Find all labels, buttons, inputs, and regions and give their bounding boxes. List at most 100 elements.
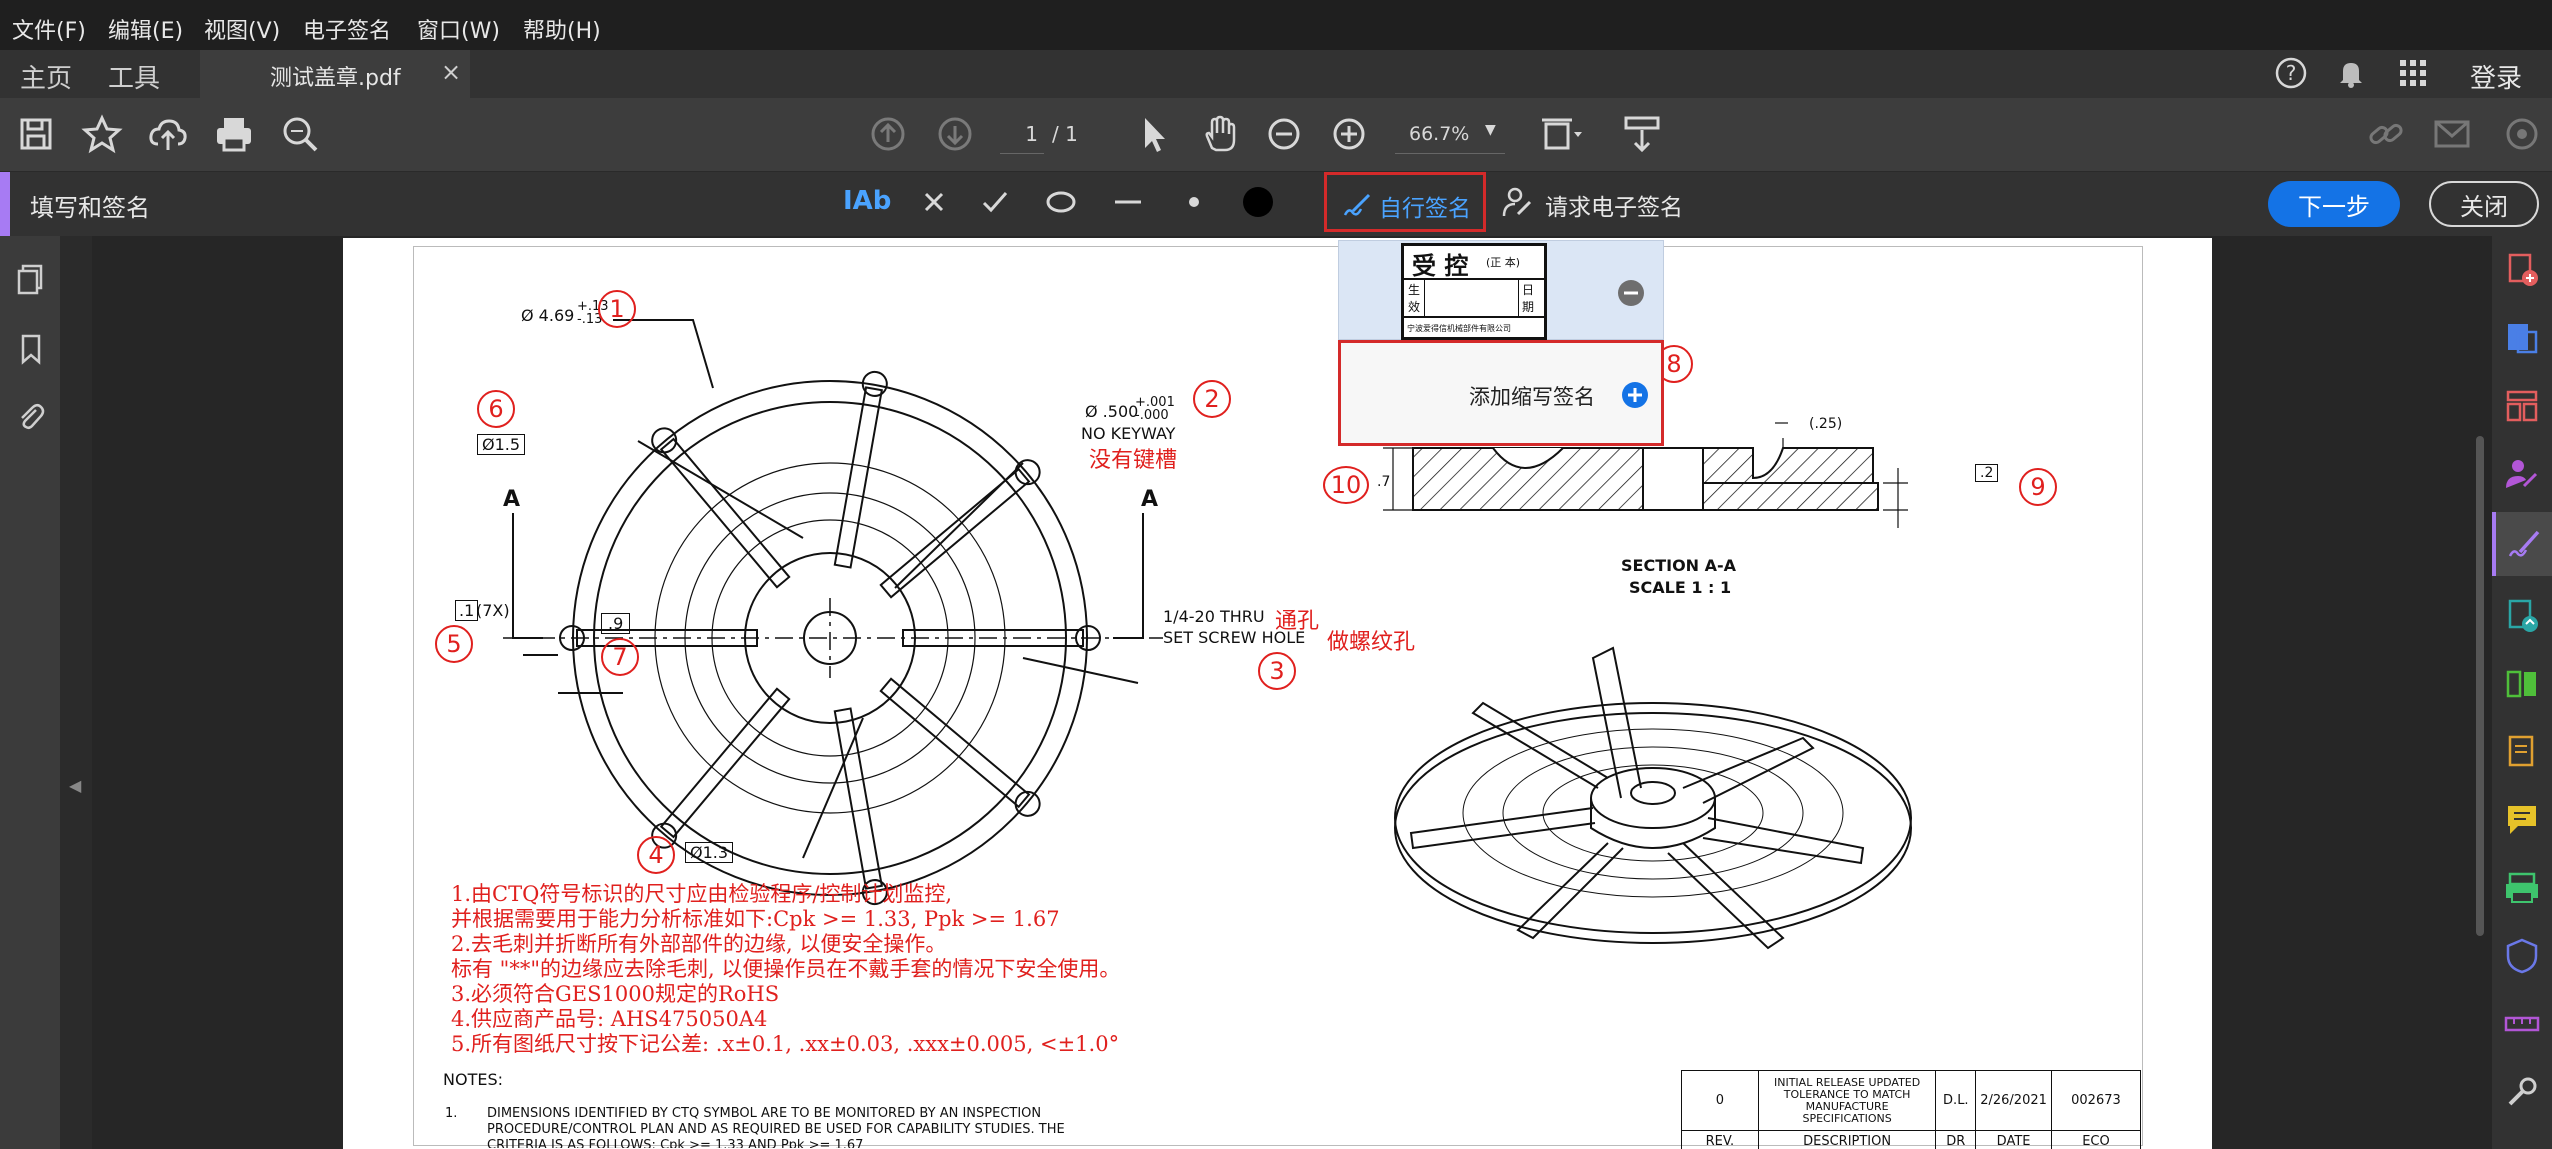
zoom-select[interactable]: 66.7% ▼ — [1395, 116, 1505, 154]
balloon-1: 1 — [598, 290, 636, 328]
attachment-icon[interactable] — [14, 400, 48, 434]
comment-icon[interactable] — [2502, 800, 2542, 840]
dim-dia-469: Ø 4.69 — [521, 306, 575, 325]
checkmark-icon[interactable] — [977, 184, 1013, 220]
dim-025: (.25) — [1809, 416, 1843, 432]
menu-view[interactable]: 视图(V) — [204, 13, 280, 45]
dim-dia-13: Ø1.3 — [685, 842, 734, 863]
apps-grid-icon[interactable] — [2396, 56, 2430, 90]
fill-sign-bar: 填写和签名 IAb 自行签名 请求电子签名 下一步 关闭 — [0, 172, 2552, 236]
no-keyway-label: NO KEYWAY — [1081, 424, 1176, 443]
fill-sign-pen-icon — [2504, 524, 2544, 564]
export-pdf-icon[interactable] — [2502, 318, 2542, 358]
date-header: DATE — [1975, 1130, 2052, 1149]
dim-02: .2 — [1975, 464, 1999, 482]
scrollbar-thumb[interactable] — [2476, 436, 2484, 936]
bookmark-icon[interactable] — [14, 332, 48, 366]
add-initials-plus-icon — [1621, 381, 1649, 409]
hand-tool-icon[interactable] — [1198, 112, 1242, 156]
link-icon[interactable] — [2364, 112, 2408, 156]
page-fit-icon[interactable] — [1538, 112, 1582, 156]
scroll-mode-icon[interactable] — [1620, 112, 1664, 156]
fill-sign-tool-active[interactable] — [2492, 512, 2552, 576]
eco-header: ECO — [2050, 1130, 2141, 1149]
left-panel-toggle[interactable]: ◀ — [60, 236, 92, 1149]
protect-icon[interactable] — [2502, 936, 2542, 976]
right-tools-rail — [2492, 236, 2552, 1149]
zoom-out-icon[interactable] — [1262, 112, 1306, 156]
stamp-footer: 宁波爱得信机械部件有限公司 — [1407, 324, 1511, 333]
compare-files-icon[interactable] — [2502, 664, 2542, 704]
tol-01: .1 — [455, 600, 479, 621]
menu-edit[interactable]: 编辑(E) — [108, 13, 183, 45]
tab-home[interactable]: 主页 — [20, 58, 72, 95]
next-page-icon[interactable] — [933, 112, 977, 156]
dot-icon[interactable] — [1176, 184, 1212, 220]
menu-help[interactable]: 帮助(H) — [523, 13, 601, 45]
line-icon[interactable] — [1110, 184, 1146, 220]
note-en-num: 1. — [445, 1106, 458, 1121]
menu-esign[interactable]: 电子签名 — [303, 13, 391, 45]
dim-dia-15: Ø1.5 — [477, 434, 526, 455]
close-tab-icon[interactable]: × — [441, 58, 461, 86]
prev-page-icon[interactable] — [866, 112, 910, 156]
more-tools-icon[interactable] — [2502, 1072, 2542, 1112]
pen-sign-icon — [1339, 187, 1375, 223]
remove-signature-icon[interactable] — [1617, 279, 1645, 307]
stamp-image: 受 控 (正 本) 生效 日期 宁波爱得信机械部件有限公司 — [1401, 243, 1547, 340]
close-button[interactable]: 关闭 — [2429, 181, 2539, 227]
pdf-page[interactable]: Ø 4.69 +.13 -.13 Ø .500 +.001 -.000 NO K… — [343, 238, 2212, 1149]
organize-pages-icon[interactable] — [2502, 386, 2542, 426]
print-production-icon[interactable] — [2502, 868, 2542, 908]
add-text-tool[interactable]: IAb — [843, 186, 891, 216]
chevron-down-icon: ▼ — [1485, 122, 1496, 138]
stamp-signature-row[interactable]: 受 控 (正 本) 生效 日期 宁波爱得信机械部件有限公司 — [1338, 240, 1664, 340]
balloon-7: 7 — [601, 638, 639, 676]
dr-cell: D.L. — [1935, 1070, 1977, 1131]
self-sign-label: 自行签名 — [1379, 196, 1471, 222]
send-for-comments-icon[interactable] — [2502, 596, 2542, 636]
login-button[interactable]: 登录 — [2470, 58, 2522, 95]
stamp-right: 日期 — [1522, 283, 1535, 314]
next-button[interactable]: 下一步 — [2268, 181, 2400, 227]
zoom-in-icon[interactable] — [1327, 112, 1371, 156]
edit-pdf-icon[interactable] — [2502, 732, 2542, 772]
tab-document[interactable]: 测试盖章.pdf × — [200, 50, 470, 98]
help-icon[interactable]: ? — [2274, 56, 2308, 90]
rev-header: REV. — [1681, 1130, 1759, 1149]
dr-header: DR — [1935, 1130, 1977, 1149]
svg-text:?: ? — [2286, 61, 2297, 85]
stamp-body: 生效 日期 — [1404, 278, 1544, 318]
star-icon[interactable] — [80, 112, 124, 156]
tab-tools[interactable]: 工具 — [108, 58, 160, 95]
isometric-view-drawing — [1394, 646, 1912, 950]
print-icon[interactable] — [212, 112, 256, 156]
page-thumbnails-icon[interactable] — [14, 262, 48, 296]
page-number-input[interactable]: 1 — [1000, 116, 1044, 154]
measure-icon[interactable] — [2502, 1004, 2542, 1044]
upload-cloud-icon[interactable] — [146, 112, 190, 156]
color-picker-icon[interactable] — [1240, 184, 1276, 220]
search-icon[interactable] — [278, 112, 322, 156]
self-sign-button[interactable]: 自行签名 — [1324, 172, 1486, 232]
select-cursor-icon[interactable] — [1132, 112, 1176, 156]
balloon-3: 3 — [1258, 652, 1296, 690]
create-pdf-icon[interactable] — [2502, 250, 2542, 290]
note-en-line-1: DIMENSIONS IDENTIFIED BY CTQ SYMBOL ARE … — [487, 1106, 1042, 1121]
menu-window[interactable]: 窗口(W) — [417, 13, 500, 45]
balloon-6: 6 — [477, 390, 515, 428]
save-icon[interactable] — [14, 112, 58, 156]
share-icon[interactable] — [2500, 112, 2544, 156]
dim-07: .7 — [1377, 474, 1391, 490]
add-initials-row[interactable]: 添加缩写签名 — [1338, 340, 1664, 446]
ellipse-icon[interactable] — [1043, 184, 1079, 220]
cross-mark-icon[interactable] — [916, 184, 952, 220]
request-sign-icon[interactable] — [1500, 184, 1536, 220]
request-signatures-icon[interactable] — [2502, 454, 2542, 494]
bell-icon[interactable] — [2334, 56, 2368, 90]
request-sign-label[interactable]: 请求电子签名 — [1545, 188, 1683, 222]
menu-file[interactable]: 文件(F) — [12, 13, 86, 45]
mail-icon[interactable] — [2430, 112, 2474, 156]
main-toolbar: 1 / 1 66.7% ▼ — [0, 98, 2552, 172]
section-a-right: A — [1141, 487, 1159, 512]
